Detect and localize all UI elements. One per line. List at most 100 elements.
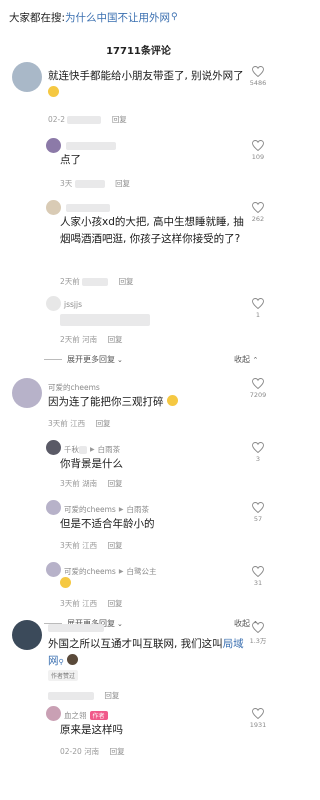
reply-button[interactable]: 回复 <box>119 277 134 286</box>
reply-button[interactable]: 回复 <box>108 599 123 608</box>
like-button[interactable]: 262 <box>248 202 268 223</box>
comment-text[interactable]: 点了 <box>60 152 81 169</box>
comment-text[interactable]: 人家小孩xd的大把, 高中生想睡就睡, 抽烟喝酒酒吧逛, 你孩子这样你接受的了? <box>60 214 248 248</box>
comment-text[interactable]: 原来是这样吗 <box>60 722 123 739</box>
like-button[interactable]: 1931 <box>248 708 268 729</box>
avatar[interactable] <box>12 620 42 650</box>
heart-icon <box>252 140 264 151</box>
reply-arrow-icon: ▶ <box>118 568 124 575</box>
reply-button[interactable]: 回复 <box>104 691 119 700</box>
like-count: 1 <box>255 311 261 319</box>
comment-text[interactable]: 外国之所以互通才叫互联网, 我们这叫局域网⚲ <box>48 636 248 671</box>
comment-text[interactable]: 就连快手都能给小朋友带歪了, 别说外网了 <box>48 68 248 102</box>
avatar[interactable] <box>46 138 61 153</box>
comment-meta: 回复 <box>48 690 119 701</box>
comment-count: 17711条评论 <box>106 46 171 57</box>
avatar[interactable] <box>46 562 61 577</box>
heart-icon <box>252 202 264 213</box>
chevron-up-icon: ⌃ <box>252 356 259 364</box>
reply-button[interactable]: 回复 <box>96 419 111 428</box>
like-button[interactable]: 57 <box>248 502 268 523</box>
comment-meta: 3天前 江西 回复 <box>60 541 123 550</box>
like-button[interactable]: 5486 <box>248 66 268 87</box>
comment-meta: 3天前 江西 回复 <box>48 419 111 428</box>
avatar[interactable] <box>12 378 42 408</box>
heart-icon <box>252 566 264 577</box>
comment-meta: 3天前 湖南 回复 <box>60 479 123 488</box>
like-button[interactable]: 7209 <box>248 378 268 399</box>
avatar[interactable] <box>12 62 42 92</box>
like-count: 7209 <box>249 391 267 399</box>
heart-icon <box>252 708 264 719</box>
comment-text[interactable]: 你背景是什么 <box>60 456 123 473</box>
like-count: 109 <box>251 153 265 161</box>
comment-meta: 2天前 回复 <box>60 277 134 286</box>
heart-icon <box>252 502 264 513</box>
reply-button[interactable]: 回复 <box>108 541 123 550</box>
username: 可爱的cheems ▶ 白鹭公主 <box>64 567 157 576</box>
avatar[interactable] <box>46 296 61 311</box>
avatar[interactable] <box>46 500 61 515</box>
reply-button[interactable]: 回复 <box>115 179 130 188</box>
comment-meta: 02-2 回复 <box>48 115 127 124</box>
reply-arrow-icon: ▶ <box>90 446 95 453</box>
avatar[interactable] <box>46 200 61 215</box>
grin-emoji-icon <box>48 86 59 97</box>
comment-meta: 3天 回复 <box>60 179 131 188</box>
username <box>66 204 110 212</box>
username: 可爱的cheems ▶ 白雨茶 <box>64 505 149 514</box>
reply-button[interactable]: 回复 <box>108 479 123 488</box>
comment-text[interactable] <box>60 312 150 329</box>
heart-icon <box>252 66 264 77</box>
laugh-emoji-icon <box>60 577 71 588</box>
laugh-emoji-icon <box>166 395 178 406</box>
search-suggestion-bar[interactable]: 大家都在搜: 为什么中国不让用外网 ⚲ <box>0 0 277 34</box>
comment-meta: 2天前 河南 回复 <box>60 335 123 344</box>
username <box>48 624 104 632</box>
chevron-down-icon: ⌄ <box>117 619 123 628</box>
divider <box>44 359 62 360</box>
reply-button[interactable]: 回复 <box>112 115 127 124</box>
cool-emoji-icon <box>66 654 78 665</box>
username: 千秋 ▶ 白雨茶 <box>64 445 121 454</box>
reply-button[interactable]: 回复 <box>110 747 125 756</box>
search-query-link[interactable]: 为什么中国不让用外网 <box>65 10 170 25</box>
heart-icon <box>252 378 264 389</box>
avatar[interactable] <box>46 440 61 455</box>
heart-icon <box>252 298 264 309</box>
chevron-down-icon: ⌄ <box>117 355 123 364</box>
like-button[interactable]: 1 <box>248 298 268 319</box>
username: jssjjs <box>64 300 82 309</box>
like-button[interactable]: 31 <box>248 566 268 587</box>
search-prefix: 大家都在搜: <box>9 11 66 24</box>
like-count: 1931 <box>249 721 267 729</box>
avatar[interactable] <box>46 706 61 721</box>
expand-replies-button[interactable]: 展开更多回复 ⌄ <box>44 354 123 365</box>
like-button[interactable]: 1.3万 <box>248 622 268 645</box>
username[interactable]: 可爱的cheems <box>48 382 100 393</box>
heart-icon <box>252 622 264 633</box>
like-count: 262 <box>251 215 265 223</box>
heart-icon <box>252 442 264 453</box>
like-button[interactable]: 3 <box>248 442 268 463</box>
like-count: 3 <box>255 455 261 463</box>
like-button[interactable]: 109 <box>248 140 268 161</box>
like-count: 57 <box>253 515 263 523</box>
reply-arrow-icon: ▶ <box>118 506 124 513</box>
comment-text[interactable]: 因为连了能把你三观打碎 <box>48 394 178 411</box>
search-icon: ⚲ <box>58 658 64 666</box>
comment-meta: 3天前 江西 回复 <box>60 599 123 608</box>
search-icon: ⚲ <box>171 12 178 22</box>
collapse-button[interactable]: 收起 ⌃ <box>234 354 258 365</box>
comment-meta: 02-20 河南 回复 <box>60 747 125 756</box>
reply-button[interactable]: 回复 <box>108 335 123 344</box>
comment-text[interactable]: 但是不适合年龄小的 <box>60 516 155 533</box>
like-count: 5486 <box>249 79 267 87</box>
author-tag: 作者 <box>89 711 108 720</box>
author-liked-badge: 作者赞过 <box>48 670 79 681</box>
like-count: 1.3万 <box>249 637 267 645</box>
expand-label: 展开更多回复 <box>67 355 115 364</box>
username <box>66 142 116 150</box>
comment-text[interactable] <box>60 576 71 593</box>
like-count: 31 <box>253 579 263 587</box>
